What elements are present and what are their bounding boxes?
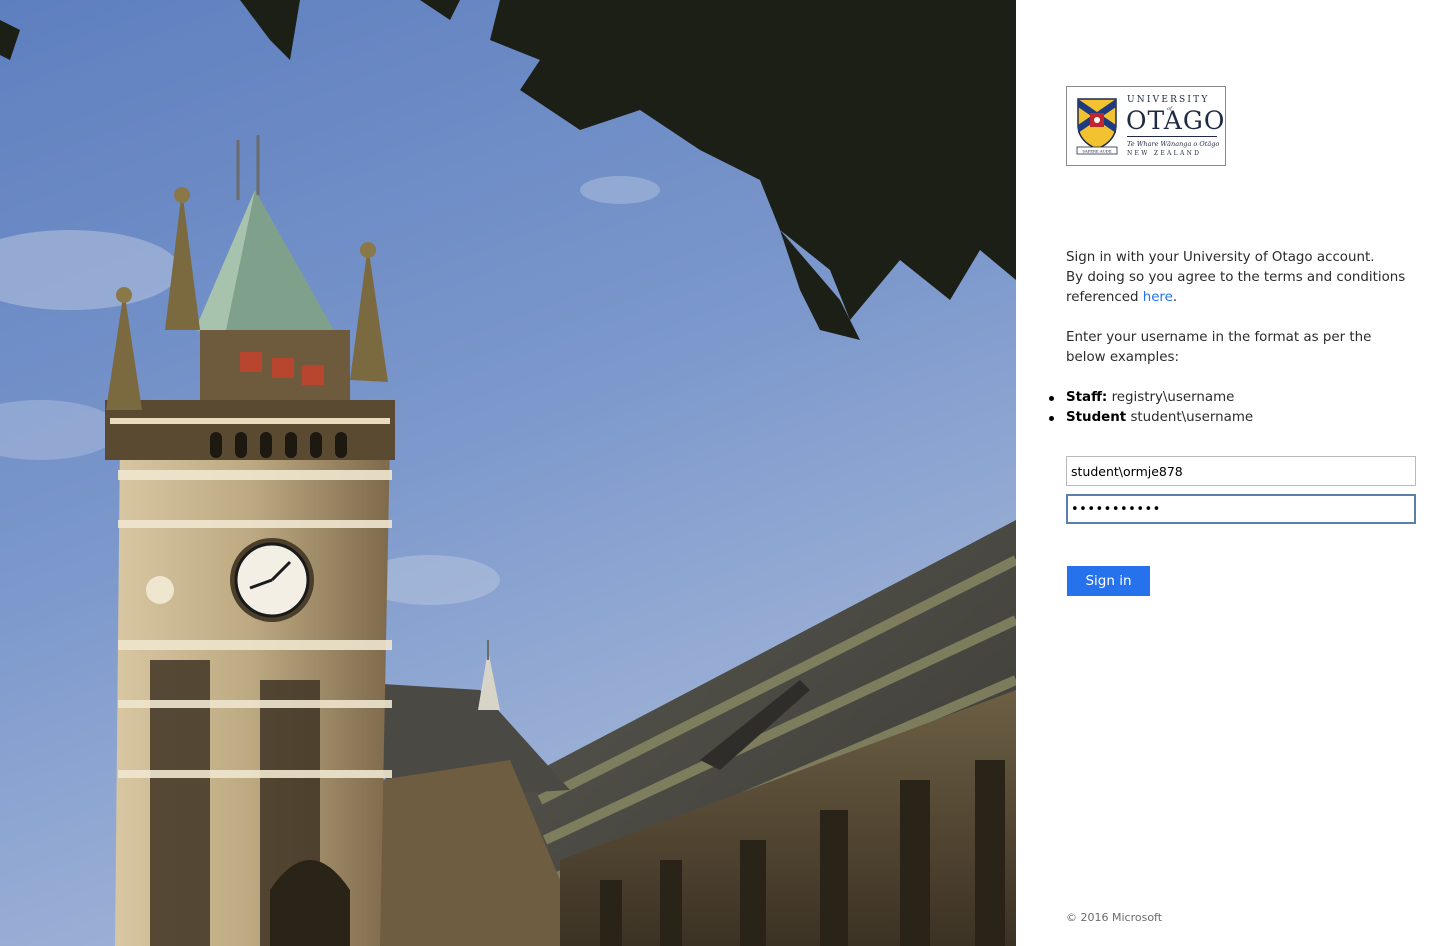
intro-line-2: By doing so you agree to the terms and c… (1066, 268, 1411, 308)
format-instructions: Enter your username in the format as per… (1066, 330, 1372, 365)
example-label-staff: Staff: (1066, 390, 1108, 405)
campus-illustration (0, 0, 1016, 946)
intro-line-1: Sign in with your University of Otago ac… (1066, 250, 1375, 265)
logo-university-text: UNIVERSITY (1127, 95, 1210, 105)
list-item: Staff: registry\username (1049, 388, 1411, 408)
example-label-student: Student (1066, 410, 1127, 425)
list-item: Student student\username (1049, 408, 1411, 428)
intro-terms-text: By doing so you agree to the terms and c… (1066, 270, 1406, 305)
password-input[interactable] (1066, 494, 1416, 524)
logo-motto: SAPERE AUDE (1082, 149, 1111, 154)
logo-divider (1127, 136, 1217, 137)
logo-country-text: NEW ZEALAND (1127, 150, 1202, 157)
university-logo: SAPERE AUDE UNIVERSITY of OTAGO Te Whare… (1066, 86, 1226, 166)
username-examples: Staff: registry\username Student student… (1049, 388, 1411, 428)
sign-in-instructions: Sign in with your University of Otago ac… (1049, 248, 1411, 428)
logo-maori-text: Te Whare Wānanga o Otāgo (1127, 140, 1220, 148)
copyright-footer: © 2016 Microsoft (1066, 911, 1163, 924)
sign-in-button[interactable]: Sign in (1067, 566, 1150, 596)
sign-in-page: SAPERE AUDE UNIVERSITY of OTAGO Te Whare… (0, 0, 1436, 946)
username-input[interactable] (1066, 456, 1416, 486)
intro-terms-end: . (1172, 290, 1178, 305)
example-value-staff: registry\username (1111, 390, 1235, 405)
logo-otago-text: OTAGO (1126, 106, 1226, 135)
sign-in-panel: SAPERE AUDE UNIVERSITY of OTAGO Te Whare… (1016, 0, 1436, 946)
terms-link[interactable]: here (1143, 290, 1173, 305)
crest-icon: SAPERE AUDE (1076, 98, 1118, 155)
example-value-student: student\username (1130, 410, 1254, 425)
